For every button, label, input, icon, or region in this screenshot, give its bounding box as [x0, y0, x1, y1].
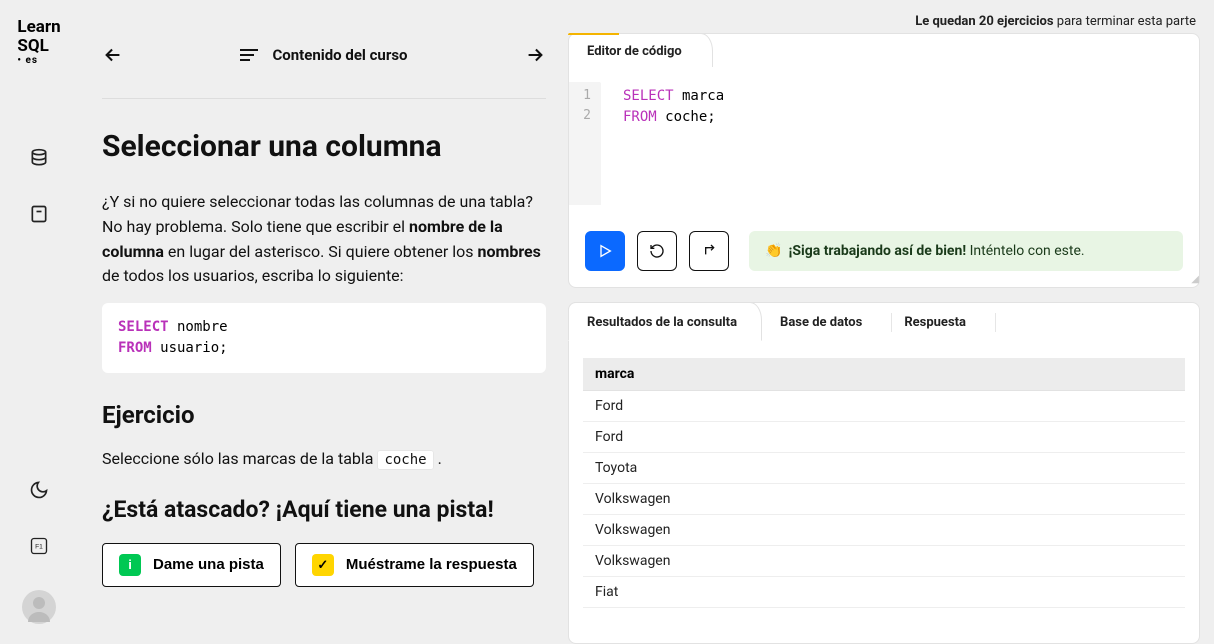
lesson-title: Seleccionar una columna [102, 129, 546, 164]
logo-line2: SQL [17, 37, 60, 56]
prev-arrow-icon[interactable] [102, 44, 124, 66]
results-tabs: Resultados de la consulta Base de datos … [569, 303, 1199, 340]
table-cell: Fiat [583, 577, 1185, 608]
exercise-heading: Ejercicio [102, 401, 546, 429]
lesson-panel: Contenido del curso Seleccionar una colu… [78, 0, 568, 644]
code-from-kw: FROM [623, 109, 657, 125]
menu-icon [240, 48, 258, 62]
dark-mode-icon[interactable] [27, 478, 51, 502]
editor-tab[interactable]: Editor de código [568, 33, 713, 67]
logo-line1: Learn [17, 18, 60, 37]
progress-text: Le quedan 20 ejercicios para terminar es… [568, 14, 1200, 29]
answer-button-label: Muéstrame la respuesta [346, 556, 517, 573]
table-row: Ford [583, 391, 1185, 422]
editor-controls: 👏 ¡Siga trabajando así de bien! Inténtel… [569, 217, 1199, 287]
feedback-banner: 👏 ¡Siga trabajando así de bien! Inténtel… [749, 231, 1183, 271]
lesson-nav: Contenido del curso [102, 0, 546, 99]
notes-icon[interactable] [27, 202, 51, 226]
hint-button[interactable]: i Dame una pista [102, 543, 281, 587]
reset-button[interactable] [637, 231, 677, 271]
hint-row: i Dame una pista ✓ Muéstrame la respuest… [102, 543, 546, 587]
hint-icon: i [119, 554, 141, 576]
results-body[interactable]: marca FordFordToyotaVolkswagenVolkswagen… [569, 340, 1199, 643]
table-cell: Volkswagen [583, 515, 1185, 546]
hint-heading: ¿Está atascado? ¡Aquí tiene una pista! [102, 496, 546, 523]
exercise-text: Seleccione sólo las marcas de la tabla c… [102, 447, 546, 472]
table-row: Toyota [583, 453, 1185, 484]
svg-text:F1: F1 [35, 544, 43, 551]
help-f1-icon[interactable]: F1 [27, 534, 51, 558]
tab-answer[interactable]: Respuesta [886, 303, 990, 340]
right-area: Le quedan 20 ejercicios para terminar es… [568, 0, 1214, 644]
show-answer-button[interactable]: ✓ Muéstrame la respuesta [295, 543, 534, 587]
share-button[interactable] [689, 231, 729, 271]
code-select-rest: marca [674, 88, 725, 104]
editor-gutter: 1 2 [569, 82, 601, 205]
share-icon [701, 243, 717, 259]
table-cell: Volkswagen [583, 484, 1185, 515]
code-from-rest: coche; [657, 109, 716, 125]
left-rail: Learn SQL • es F1 [0, 0, 78, 644]
progress-bold: Le quedan 20 ejercicios [915, 14, 1053, 29]
table-row: Volkswagen [583, 546, 1185, 577]
lesson-intro: ¿Y si no quiere seleccionar todas las co… [102, 190, 546, 289]
example-from-kw: FROM [118, 340, 152, 356]
next-arrow-icon[interactable] [524, 44, 546, 66]
editor-card: Editor de código 1 2 SELECT marca FROM c… [568, 33, 1200, 288]
intro-bold-2: nombres [477, 242, 540, 261]
example-select-ident: nombre [169, 319, 228, 335]
logo[interactable]: Learn SQL • es [17, 18, 60, 66]
run-button[interactable] [585, 231, 625, 271]
intro-part-e: de todos los usuarios, escriba lo siguie… [102, 266, 404, 285]
results-table: marca FordFordToyotaVolkswagenVolkswagen… [583, 358, 1185, 608]
logo-locale: • es [17, 55, 60, 66]
gutter-line-2: 2 [569, 106, 591, 126]
table-cell: Ford [583, 391, 1185, 422]
clap-icon: 👏 [765, 243, 782, 259]
example-select-kw: SELECT [118, 319, 169, 335]
table-row: Volkswagen [583, 515, 1185, 546]
tab-results[interactable]: Resultados de la consulta [568, 302, 762, 341]
intro-part-c: en lugar del asterisco. Si quiere obtene… [164, 242, 478, 261]
tab-database[interactable]: Base de datos [762, 303, 886, 340]
results-header: marca [583, 358, 1185, 391]
answer-icon: ✓ [312, 554, 334, 576]
table-row: Volkswagen [583, 484, 1185, 515]
table-row: Ford [583, 422, 1185, 453]
example-from-ident: usuario; [152, 340, 228, 356]
exercise-text-a: Seleccione sólo las marcas de la tabla [102, 449, 377, 468]
feedback-bold: ¡Siga trabajando así de bien! [788, 243, 966, 259]
hint-button-label: Dame una pista [153, 556, 264, 573]
course-contents-label: Contenido del curso [272, 46, 407, 64]
table-cell: Ford [583, 422, 1185, 453]
database-icon[interactable] [27, 146, 51, 170]
play-icon [597, 243, 613, 259]
course-contents-button[interactable]: Contenido del curso [240, 46, 407, 64]
reset-icon [649, 243, 665, 259]
exercise-inline-code: coche [377, 450, 433, 470]
code-textarea[interactable]: SELECT marca FROM coche; [601, 82, 724, 205]
table-cell: Volkswagen [583, 546, 1185, 577]
gutter-line-1: 1 [569, 86, 591, 106]
example-code-block: SELECT nombre FROM usuario; [102, 303, 546, 373]
table-cell: Toyota [583, 453, 1185, 484]
code-select-kw: SELECT [623, 88, 674, 104]
results-card: Resultados de la consulta Base de datos … [568, 302, 1200, 644]
avatar[interactable] [22, 590, 56, 624]
exercise-text-b: . [434, 449, 442, 468]
progress-rest: para terminar esta parte [1054, 14, 1196, 29]
feedback-rest: Inténtelo con este. [966, 243, 1084, 259]
table-row: Fiat [583, 577, 1185, 608]
